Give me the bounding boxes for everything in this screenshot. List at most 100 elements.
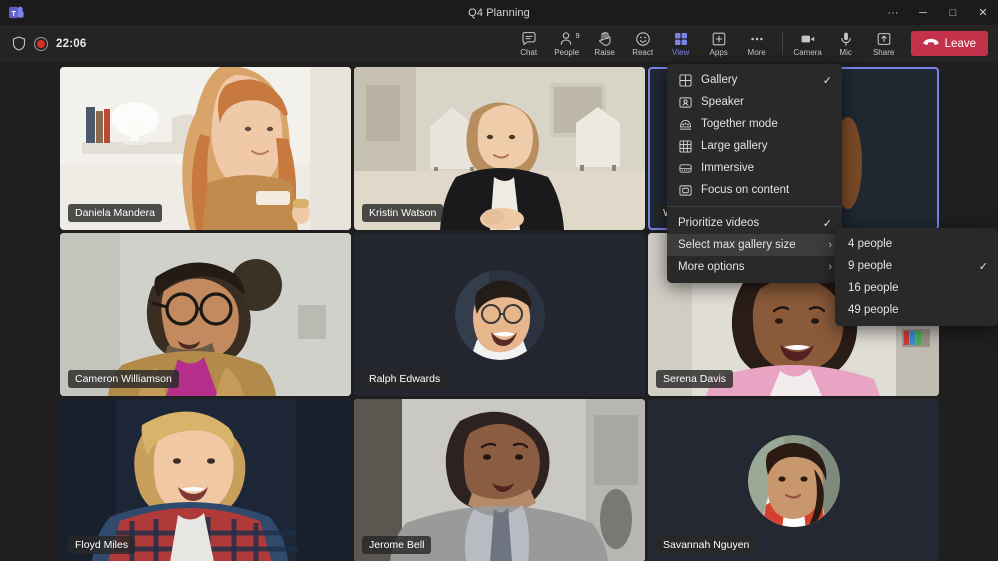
check-icon: ✓	[979, 260, 988, 273]
leave-button[interactable]: Leave	[911, 31, 988, 56]
menu-label-immersive: Immersive	[701, 162, 832, 174]
people-count-badge: 9	[575, 31, 579, 40]
more-ellipsis-icon	[749, 30, 765, 47]
shield-icon	[12, 36, 26, 51]
menu-item-speaker[interactable]: Speaker	[667, 91, 842, 113]
submenu-label-9-people: 9 people	[848, 260, 970, 272]
toolbar-button-apps[interactable]: Apps	[700, 25, 738, 62]
gallery-grid-icon	[678, 74, 692, 87]
menu-item-together-mode[interactable]: Together mode	[667, 113, 842, 135]
raise-hand-icon	[597, 30, 613, 47]
hangup-phone-icon	[923, 37, 939, 51]
menu-item-large-gallery[interactable]: Large gallery	[667, 135, 842, 157]
participant-name-tag: Savannah Nguyen	[656, 536, 756, 554]
participant-name-tag: Cameron Williamson	[68, 370, 179, 388]
menu-item-prioritize-videos[interactable]: Prioritize videos ✓	[667, 212, 842, 234]
toolbar-label-more: More	[748, 48, 766, 57]
view-grid-icon	[673, 30, 689, 47]
menu-label-select-max-gallery-size: Select max gallery size	[678, 239, 819, 251]
avatar	[455, 270, 545, 360]
toolbar-button-react[interactable]: React	[624, 25, 662, 62]
title-bar: T Q4 Planning ··· ─ □ ✕	[0, 0, 998, 25]
menu-label-together-mode: Together mode	[701, 118, 832, 130]
large-gallery-icon	[678, 140, 692, 153]
microphone-icon	[838, 30, 854, 47]
meeting-toolbar: 22:06 Chat 9	[0, 25, 998, 62]
check-icon: ✓	[823, 217, 832, 230]
check-icon: ✓	[823, 74, 832, 87]
immersive-icon	[678, 162, 692, 175]
chevron-right-icon: ›	[828, 239, 832, 251]
svg-text:T: T	[11, 9, 16, 18]
submenu-item-16-people[interactable]: 16 people	[835, 277, 998, 299]
toolbar-label-raise: Raise	[594, 48, 614, 57]
minimize-icon[interactable]: ─	[908, 0, 938, 25]
apps-plus-icon	[711, 30, 727, 47]
participant-name-tag: Kristin Watson	[362, 204, 443, 222]
video-tile-participant-4[interactable]: Ralph Edwards	[354, 233, 645, 396]
leave-label: Leave	[945, 38, 976, 50]
toolbar-label-view: View	[672, 48, 689, 57]
menu-label-large-gallery: Large gallery	[701, 140, 832, 152]
submenu-label-4-people: 4 people	[848, 238, 988, 250]
submenu-item-49-people[interactable]: 49 people	[835, 299, 998, 321]
submenu-label-16-people: 16 people	[848, 282, 988, 294]
toolbar-label-share: Share	[873, 48, 894, 57]
window-controls: ··· ─ □ ✕	[878, 0, 998, 25]
people-icon: 9	[559, 30, 575, 47]
toolbar-label-chat: Chat	[520, 48, 537, 57]
teams-logo-icon: T	[0, 0, 32, 25]
participant-name-tag: Daniela Mandera	[68, 204, 162, 222]
video-tile-participant-7[interactable]: Jerome Bell	[354, 399, 645, 561]
toolbar-button-raise[interactable]: Raise	[586, 25, 624, 62]
toolbar-label-react: React	[632, 48, 653, 57]
menu-item-focus-on-content[interactable]: Focus on content	[667, 179, 842, 201]
toolbar-label-people: People	[554, 48, 579, 57]
menu-item-gallery[interactable]: Gallery ✓	[667, 69, 842, 91]
toolbar-button-chat[interactable]: Chat	[510, 25, 548, 62]
participant-name-tag: Ralph Edwards	[362, 370, 447, 388]
view-dropdown-menu: Gallery ✓ Speaker	[667, 64, 842, 283]
submenu-label-49-people: 49 people	[848, 304, 988, 316]
menu-label-prioritize-videos: Prioritize videos	[678, 217, 814, 229]
toolbar-button-camera[interactable]: Camera	[789, 25, 827, 62]
menu-label-gallery: Gallery	[701, 74, 814, 86]
avatar	[748, 435, 840, 527]
window-title: Q4 Planning	[0, 7, 998, 19]
video-tile-participant-0[interactable]: Daniela Mandera	[60, 67, 351, 230]
menu-item-immersive[interactable]: Immersive	[667, 157, 842, 179]
close-icon[interactable]: ✕	[968, 0, 998, 25]
menu-separator	[667, 206, 842, 207]
participant-name-tag: Serena Davis	[656, 370, 733, 388]
toolbar-label-apps: Apps	[710, 48, 728, 57]
menu-item-select-max-gallery-size[interactable]: Select max gallery size ›	[667, 234, 842, 256]
participant-name-tag: Floyd Miles	[68, 536, 135, 554]
chat-icon	[521, 30, 537, 47]
toolbar-button-mic[interactable]: Mic	[827, 25, 865, 62]
focus-content-icon	[678, 184, 692, 197]
video-tile-participant-3[interactable]: Cameron Williamson	[60, 233, 351, 396]
toolbar-right-group: Chat 9 People Raise	[510, 25, 998, 62]
video-tile-participant-6[interactable]: Floyd Miles	[60, 399, 351, 561]
menu-label-more-options: More options	[678, 261, 819, 273]
maximize-icon[interactable]: □	[938, 0, 968, 25]
window-more-button[interactable]: ···	[878, 0, 908, 25]
together-mode-icon	[678, 118, 692, 131]
menu-item-more-options[interactable]: More options ›	[667, 256, 842, 278]
video-tile-participant-1[interactable]: Kristin Watson	[354, 67, 645, 230]
share-screen-icon	[876, 30, 892, 47]
camera-icon	[800, 30, 816, 47]
react-emoji-icon	[635, 30, 651, 47]
submenu-item-4-people[interactable]: 4 people	[835, 233, 998, 255]
participant-name-tag: Jerome Bell	[362, 536, 431, 554]
video-tile-participant-8[interactable]: Savannah Nguyen	[648, 399, 939, 561]
toolbar-button-view[interactable]: View	[662, 25, 700, 62]
toolbar-button-share[interactable]: Share	[865, 25, 903, 62]
menu-label-focus-on-content: Focus on content	[701, 184, 832, 196]
toolbar-button-more[interactable]: More	[738, 25, 776, 62]
toolbar-button-people[interactable]: 9 People	[548, 25, 586, 62]
submenu-item-9-people[interactable]: 9 people ✓	[835, 255, 998, 277]
gallery-size-submenu: 4 people 9 people ✓ 16 people 49 people	[835, 228, 998, 326]
speaker-portrait-icon	[678, 96, 692, 109]
toolbar-label-mic: Mic	[839, 48, 851, 57]
